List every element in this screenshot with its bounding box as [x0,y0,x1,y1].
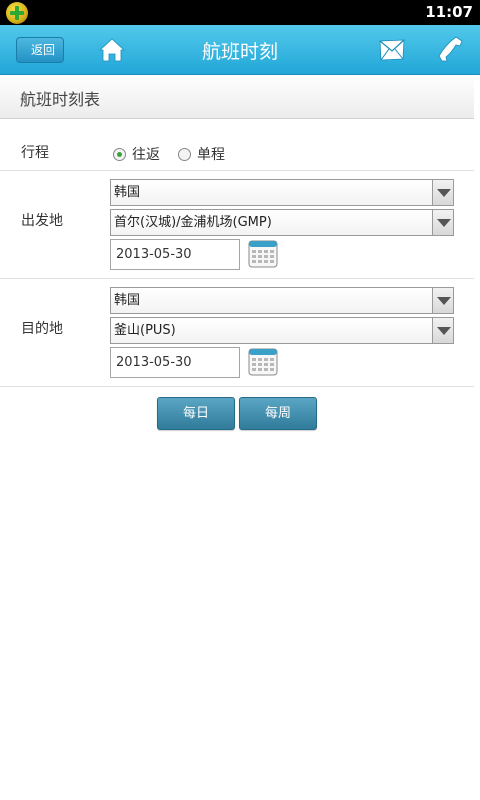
trip-label: 行程 [21,145,49,161]
app-header: 返回 航班时刻 [0,25,480,75]
chevron-down-icon [432,288,453,313]
calendar-icon[interactable] [248,239,278,269]
mail-icon[interactable] [379,39,405,61]
destination-country-value: 韩国 [114,293,141,308]
home-icon[interactable] [98,37,126,63]
radio-round-trip-label: 往返 [132,147,160,163]
section-title: 航班时刻表 [20,90,101,109]
phone-icon[interactable] [438,36,464,62]
weekly-button[interactable]: 每周 [239,397,317,430]
chevron-down-icon [432,210,453,235]
departure-airport-value: 首尔(汉城)/金浦机场(GMP) [114,215,272,230]
radio-checked-icon [113,147,126,161]
chevron-down-icon [432,180,453,205]
divider [0,170,474,171]
destination-date-input[interactable]: 2013-05-30 [110,347,240,378]
page-title: 航班时刻 [201,41,278,63]
departure-airport-select[interactable]: 首尔(汉城)/金浦机场(GMP) [110,209,454,236]
calendar-icon[interactable] [248,347,278,377]
departure-label: 出发地 [21,213,63,229]
radio-one-way-label: 单程 [197,147,225,163]
radio-unchecked-icon [178,147,191,161]
destination-airport-value: 釜山(PUS) [114,323,176,338]
status-time: 11:07 [425,3,473,21]
radio-round-trip[interactable]: 往返 [113,144,160,164]
daily-button[interactable]: 每日 [157,397,235,430]
back-label: 返回 [30,43,55,57]
destination-airport-select[interactable]: 釜山(PUS) [110,317,454,344]
destination-country-select[interactable]: 韩国 [110,287,454,314]
departure-date-input[interactable]: 2013-05-30 [110,239,240,270]
destination-label: 目的地 [21,321,63,337]
radio-one-way[interactable]: 单程 [178,144,225,164]
back-button[interactable]: 返回 [16,37,64,63]
app-notification-icon [6,2,28,24]
chevron-down-icon [432,318,453,343]
section-header: 航班时刻表 [0,75,474,119]
status-bar: 11:07 [0,0,480,25]
departure-country-select[interactable]: 韩国 [110,179,454,206]
divider [0,278,474,279]
departure-country-value: 韩国 [114,185,141,200]
divider [0,386,474,387]
